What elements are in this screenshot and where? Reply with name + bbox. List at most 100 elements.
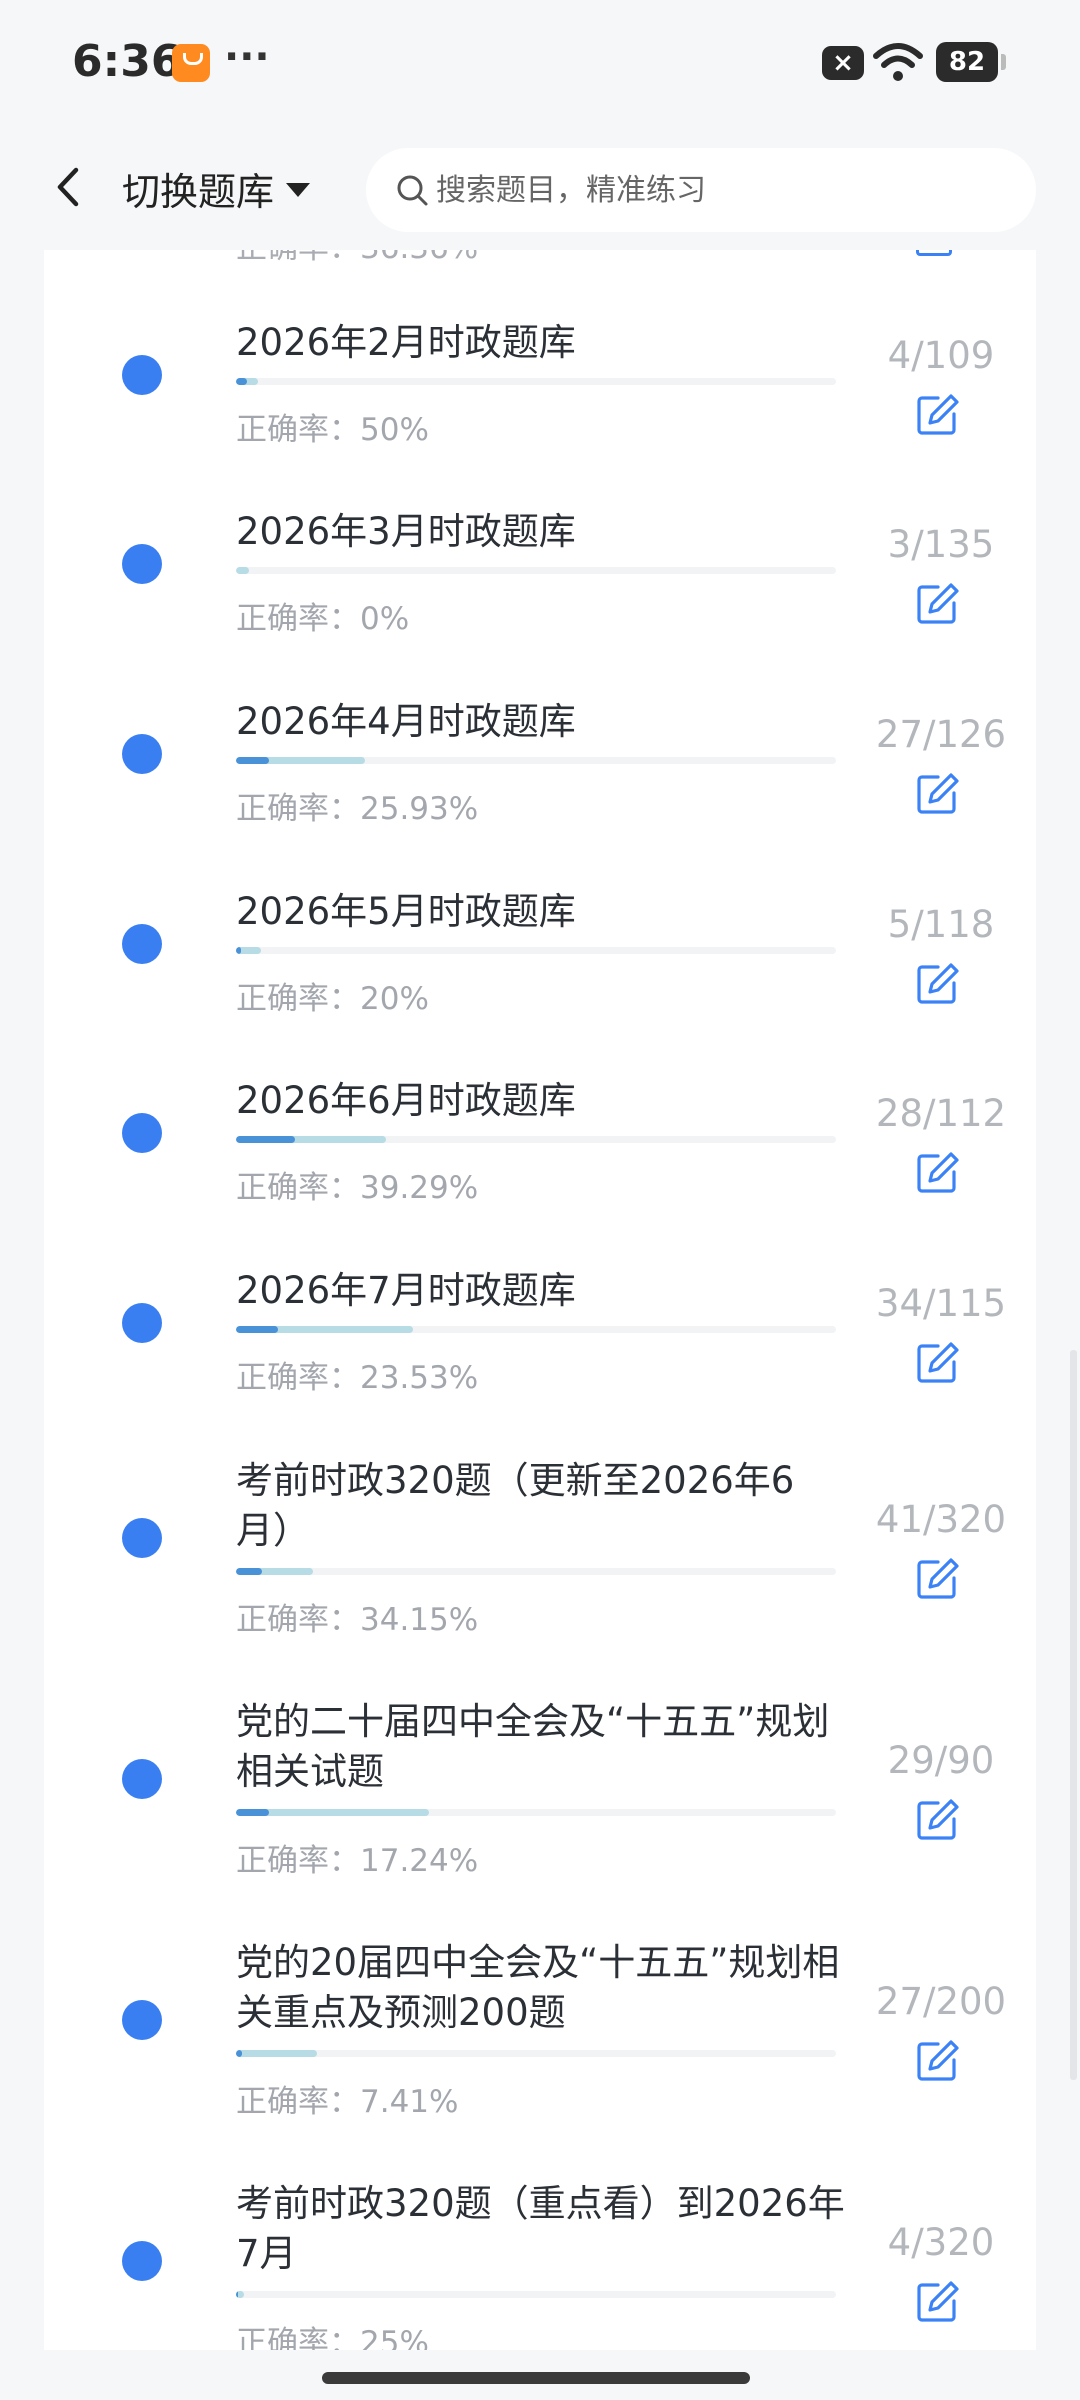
progress-bar	[236, 378, 836, 385]
partial-item-edit-icon[interactable]	[916, 250, 952, 256]
battery-icon: 82	[936, 42, 1006, 82]
status-bar: 6:36 ··· × 82	[0, 0, 1080, 128]
more-notifications-icon: ···	[224, 34, 270, 80]
shopping-app-icon	[172, 44, 210, 82]
progress-bar	[236, 757, 836, 764]
status-dot	[122, 1113, 162, 1153]
progress-bar-correct	[236, 2050, 242, 2057]
list-item[interactable]: 党的二十届四中全会及“十五五”规划相关试题正确率：17.24% 29/90	[44, 1697, 1036, 1938]
item-title: 党的二十届四中全会及“十五五”规划相关试题	[236, 1700, 830, 1793]
list-item[interactable]: 2026年2月时政题库正确率：50% 4/109	[44, 318, 1036, 508]
item-progress-count: 34/115	[875, 1282, 1007, 1325]
edit-practice-icon[interactable]	[914, 771, 960, 817]
item-accuracy: 正确率：25%	[236, 2325, 429, 2350]
progress-bar	[236, 1326, 836, 1333]
status-dot	[122, 1303, 162, 1343]
list-item[interactable]: 2026年6月时政题库正确率：39.29% 28/112	[44, 1076, 1036, 1266]
item-progress-count: 41/320	[875, 1498, 1007, 1541]
no-sim-icon: ×	[822, 46, 864, 80]
item-accuracy: 正确率：7.41%	[236, 2084, 459, 2120]
list-item[interactable]: 2026年5月时政题库正确率：20% 5/118	[44, 887, 1036, 1077]
item-progress-count: 29/90	[887, 1739, 995, 1782]
edit-practice-icon[interactable]	[914, 1556, 960, 1602]
switch-question-bank-label: 切换题库	[122, 169, 275, 214]
item-progress-count: 4/320	[887, 2221, 995, 2264]
item-progress-count: 3/135	[887, 523, 995, 566]
item-progress-count: 5/118	[887, 903, 995, 946]
edit-practice-icon[interactable]	[914, 1797, 960, 1843]
list-item[interactable]: 考前时政320题（更新至2026年6月） 正确率：34.15% 41/320	[44, 1456, 1036, 1697]
edit-practice-icon[interactable]	[914, 2279, 960, 2325]
item-accuracy: 正确率：20%	[236, 981, 429, 1017]
item-accuracy: 正确率：17.24%	[236, 1843, 479, 1879]
list-item[interactable]: 考前时政320题（重点看）到2026年7月正确率：25% 4/320	[44, 2179, 1036, 2350]
item-title: 党的20届四中全会及“十五五”规划相关重点及预测200题	[236, 1941, 840, 2034]
list-item[interactable]: 党的20届四中全会及“十五五”规划相关重点及预测200题正确率：7.41% 27/…	[44, 1938, 1036, 2179]
wifi-icon	[873, 43, 923, 81]
item-accuracy: 正确率：39.29%	[236, 1170, 479, 1206]
list-item[interactable]: 2026年4月时政题库正确率：25.93% 27/126	[44, 697, 1036, 887]
item-progress-count: 4/109	[887, 334, 995, 377]
edit-practice-icon[interactable]	[914, 581, 960, 627]
progress-bar-correct	[236, 1326, 278, 1333]
list-item[interactable]: 2026年3月时政题库正确率：0% 3/135	[44, 507, 1036, 697]
question-bank-list: 正确率：36.36% 2026年2月时政题库正确率：50% 4/109 2026年3…	[44, 250, 1036, 2350]
search-input[interactable]	[436, 172, 996, 208]
home-indicator[interactable]	[322, 2372, 750, 2384]
back-arrow-icon[interactable]	[40, 152, 96, 222]
progress-bar-done	[236, 567, 249, 574]
scrollbar[interactable]	[1070, 1350, 1077, 2080]
edit-practice-icon[interactable]	[914, 1150, 960, 1196]
search-box[interactable]	[366, 148, 1036, 232]
status-dot	[122, 2000, 162, 2040]
list-item[interactable]: 2026年7月时政题库正确率：23.53% 34/115	[44, 1266, 1036, 1456]
progress-bar-correct	[236, 947, 241, 954]
progress-bar-correct	[236, 1136, 295, 1143]
item-title: 2026年6月时政题库	[236, 1079, 576, 1122]
item-accuracy: 正确率：25.93%	[236, 791, 479, 827]
item-progress-count: 28/112	[875, 1092, 1007, 1135]
switch-question-bank-dropdown[interactable]: 切换题库	[122, 156, 311, 220]
progress-bar	[236, 1568, 836, 1575]
item-title: 2026年5月时政题库	[236, 890, 576, 933]
status-dot	[122, 924, 162, 964]
progress-bar	[236, 2291, 836, 2298]
status-dot	[122, 734, 162, 774]
edit-practice-icon[interactable]	[914, 392, 960, 438]
progress-bar	[236, 947, 836, 954]
progress-bar	[236, 1136, 836, 1143]
progress-bar-correct	[236, 2291, 238, 2298]
item-title: 2026年7月时政题库	[236, 1269, 576, 1312]
status-dot	[122, 1518, 162, 1558]
status-dot	[122, 2241, 162, 2281]
status-time: 6:36	[72, 36, 182, 87]
edit-practice-icon[interactable]	[914, 961, 960, 1007]
item-accuracy: 正确率：50%	[236, 412, 429, 448]
progress-bar	[236, 2050, 836, 2057]
caret-down-icon	[286, 183, 311, 197]
progress-bar-correct	[236, 378, 247, 385]
item-progress-count: 27/200	[875, 1980, 1007, 2023]
progress-bar-correct	[236, 1809, 269, 1816]
item-title: 考前时政320题（重点看）到2026年7月	[236, 2182, 845, 2275]
progress-bar-done	[236, 2050, 317, 2057]
item-title: 2026年2月时政题库	[236, 321, 576, 364]
status-dot	[122, 1759, 162, 1799]
item-title: 考前时政320题（更新至2026年6月）	[236, 1459, 795, 1552]
progress-bar	[236, 1809, 836, 1816]
item-accuracy: 正确率：23.53%	[236, 1360, 479, 1396]
item-title: 2026年4月时政题库	[236, 700, 576, 743]
status-dot	[122, 544, 162, 584]
edit-practice-icon[interactable]	[914, 2038, 960, 2084]
item-title: 2026年3月时政题库	[236, 510, 576, 553]
item-accuracy: 正确率：0%	[236, 601, 410, 637]
top-nav-bar: 切换题库	[0, 128, 1080, 250]
item-accuracy: 正确率：34.15%	[236, 1602, 479, 1638]
progress-bar	[236, 567, 836, 574]
progress-bar-correct	[236, 1568, 262, 1575]
progress-bar-correct	[236, 757, 269, 764]
item-progress-count: 27/126	[875, 713, 1007, 756]
status-dot	[122, 355, 162, 395]
search-icon	[397, 175, 428, 206]
edit-practice-icon[interactable]	[914, 1340, 960, 1386]
